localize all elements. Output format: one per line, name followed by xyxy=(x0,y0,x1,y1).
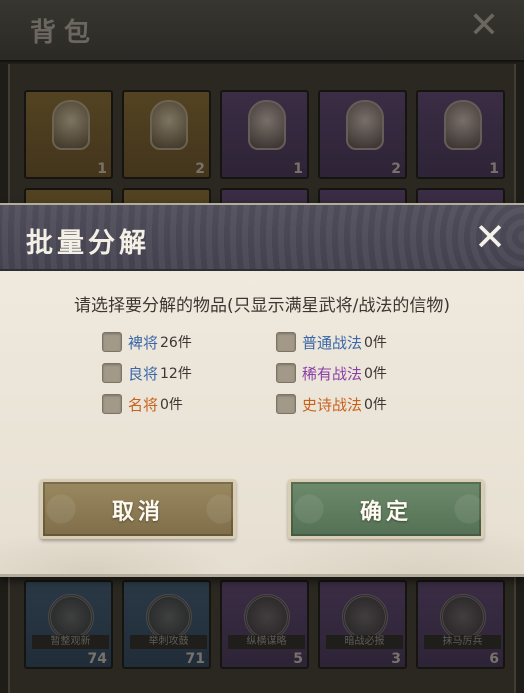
cancel-button[interactable]: 取消 xyxy=(40,479,236,539)
dialog-title: 批量分解 xyxy=(26,228,150,259)
checkbox[interactable] xyxy=(276,332,296,352)
checkbox[interactable] xyxy=(102,332,122,352)
option-label: 良将 xyxy=(128,364,159,383)
checkbox[interactable] xyxy=(102,394,122,414)
option-pijiang[interactable]: 裨将 26件 xyxy=(102,331,192,353)
instruction-text: 请选择要分解的物品(只显示满星武将/战法的信物) xyxy=(74,296,450,316)
option-rare-tactic[interactable]: 稀有战法 0件 xyxy=(276,362,387,384)
option-count: 0件 xyxy=(364,397,387,413)
option-label: 裨将 xyxy=(128,333,159,352)
dialog-header: 批量分解 ✕ xyxy=(0,205,524,271)
option-common-tactic[interactable]: 普通战法 0件 xyxy=(276,331,387,353)
option-label: 名将 xyxy=(128,395,159,414)
option-mingjiang[interactable]: 名将 0件 xyxy=(102,393,183,415)
option-label: 稀有战法 xyxy=(302,364,363,383)
option-count: 0件 xyxy=(364,366,387,382)
checkbox[interactable] xyxy=(102,363,122,383)
option-count: 0件 xyxy=(160,397,183,413)
option-liangjiang[interactable]: 良将 12件 xyxy=(102,362,192,384)
option-count: 0件 xyxy=(364,335,387,351)
checkbox[interactable] xyxy=(276,363,296,383)
option-count: 12件 xyxy=(160,366,192,382)
close-icon[interactable]: ✕ xyxy=(470,215,510,259)
batch-decompose-dialog: 批量分解 ✕ 请选择要分解的物品(只显示满星武将/战法的信物) 裨将 26件 良… xyxy=(0,203,524,577)
option-count: 26件 xyxy=(160,335,192,351)
checkbox[interactable] xyxy=(276,394,296,414)
option-epic-tactic[interactable]: 史诗战法 0件 xyxy=(276,393,387,415)
option-label: 普通战法 xyxy=(302,333,363,352)
option-label: 史诗战法 xyxy=(302,395,363,414)
confirm-button[interactable]: 确定 xyxy=(288,479,484,539)
